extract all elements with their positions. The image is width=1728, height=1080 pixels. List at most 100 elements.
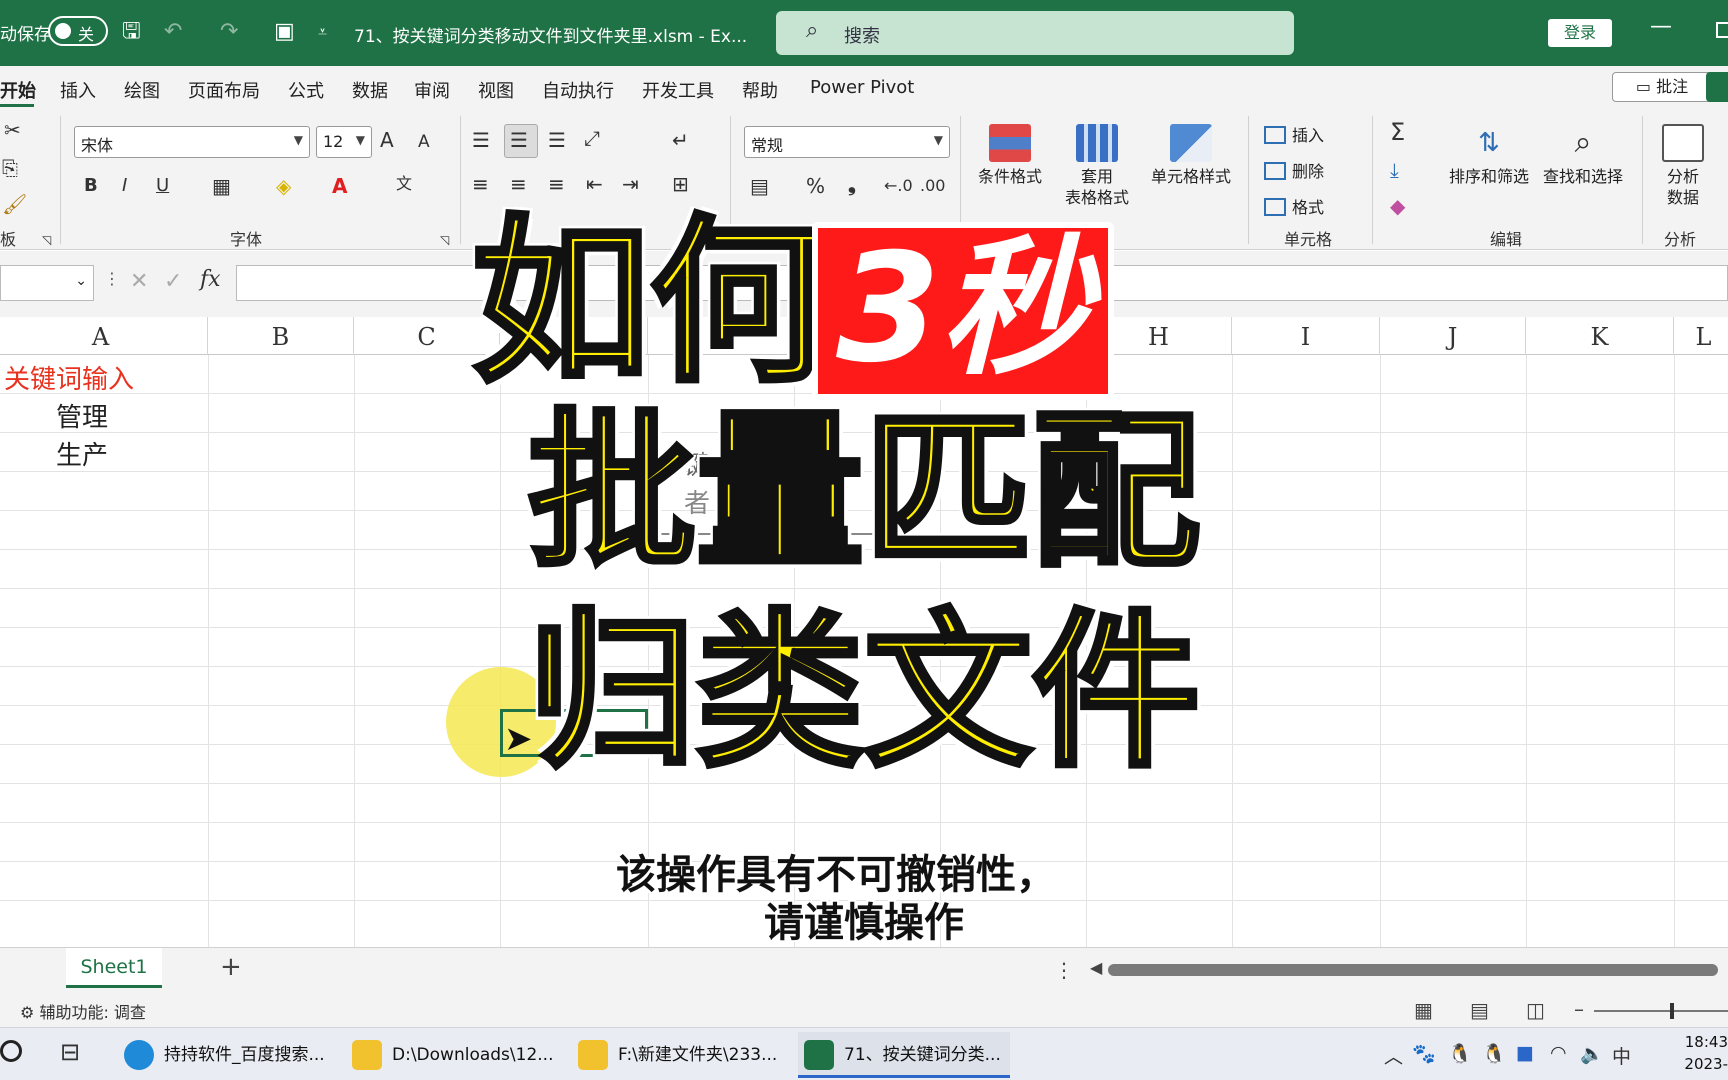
orientation-icon[interactable]: ⤢ <box>584 126 600 150</box>
insert-function-button[interactable]: fx <box>200 267 221 292</box>
tab-help[interactable]: 帮助 <box>742 77 778 103</box>
comments-button[interactable]: ▭ 批注 <box>1612 72 1712 102</box>
conditional-formatting-button[interactable]: 条件格式 <box>974 124 1046 187</box>
cell-styles-button[interactable]: 单元格样式 <box>1148 124 1234 187</box>
fill-color-icon[interactable]: ◈ <box>276 174 291 198</box>
redo-icon[interactable]: ↷ <box>220 18 238 46</box>
qq-icon[interactable]: 🐧 <box>1482 1042 1506 1065</box>
tray-expand-icon[interactable]: ︿ <box>1384 1042 1403 1069</box>
taskbar-app-edge[interactable]: 持持软件_百度搜索... <box>118 1032 332 1078</box>
shrink-font-icon[interactable]: A <box>418 130 430 154</box>
accessibility-status[interactable]: ⚙ 辅助功能: 调查 <box>20 999 146 1023</box>
align-middle-icon[interactable]: ☰ <box>510 128 528 152</box>
share-button[interactable] <box>1706 72 1728 102</box>
delete-cells-button[interactable]: 删除 <box>1264 158 1324 182</box>
align-right-icon[interactable]: ≡ <box>548 172 565 196</box>
sheet-tab-sheet1[interactable]: Sheet1 <box>66 948 162 988</box>
wifi-icon[interactable]: ◠ <box>1550 1042 1567 1064</box>
tab-data[interactable]: 数据 <box>352 77 388 103</box>
more-icon[interactable]: ⋮ <box>104 269 120 288</box>
font-size-select[interactable]: 12 ▼ <box>316 126 372 158</box>
cell-a1[interactable]: 关键词输入 <box>4 359 134 396</box>
customize-qat-icon[interactable]: ⩡ <box>318 18 327 46</box>
sort-filter-button[interactable]: ⇅ 排序和筛选 <box>1446 124 1532 187</box>
add-sheet-button[interactable]: + <box>220 952 242 982</box>
analyze-data-button[interactable]: 分析 数据 <box>1652 124 1714 208</box>
cell-a3[interactable]: 生产 <box>56 435 108 472</box>
increase-indent-icon[interactable]: ⇥ <box>622 172 639 196</box>
percent-button[interactable]: % <box>806 174 825 198</box>
minimize-icon[interactable]: — <box>1650 14 1672 39</box>
tab-insert[interactable]: 插入 <box>60 77 96 103</box>
zoom-out-icon[interactable]: – <box>1574 997 1584 1021</box>
tab-view[interactable]: 视图 <box>478 77 514 103</box>
column-header-i[interactable]: I <box>1232 317 1380 355</box>
column-header-k[interactable]: K <box>1526 317 1674 355</box>
clock[interactable]: 18:43 2023-07-... <box>1652 1031 1728 1080</box>
comma-button[interactable]: ❟ <box>848 172 856 196</box>
font-color-icon[interactable]: A <box>332 174 347 198</box>
clear-icon[interactable]: ◆ <box>1390 194 1405 218</box>
qq-icon[interactable]: 🐧 <box>1448 1042 1472 1065</box>
accounting-icon[interactable]: ▤ <box>750 174 769 198</box>
cut-icon[interactable]: ✂ <box>4 118 21 142</box>
autosave-toggle[interactable]: 关 <box>48 16 108 46</box>
scroll-left-icon[interactable]: ◀ <box>1090 958 1102 977</box>
name-box[interactable]: ⌄ <box>0 265 94 301</box>
task-view-icon[interactable]: ⊟ <box>60 1038 80 1066</box>
format-as-table-button[interactable]: 套用 表格格式 <box>1060 124 1134 208</box>
maximize-icon[interactable] <box>1716 22 1728 38</box>
font-name-select[interactable]: 宋体 ▼ <box>74 126 310 158</box>
tab-draw[interactable]: 绘图 <box>124 77 160 103</box>
search-box[interactable]: ⌕ 搜索 <box>776 11 1294 55</box>
undo-icon[interactable]: ↶ <box>164 18 182 46</box>
ime-indicator[interactable]: 中 <box>1612 1042 1631 1069</box>
tab-home[interactable]: 开始 <box>0 77 36 103</box>
insert-cells-button[interactable]: 插入 <box>1264 122 1324 146</box>
autosum-icon[interactable]: Σ <box>1390 120 1405 144</box>
underline-button[interactable]: U <box>156 174 169 198</box>
cancel-icon[interactable]: ✕ <box>130 269 148 294</box>
column-header-l[interactable]: L <box>1674 317 1728 355</box>
form-icon[interactable]: ▣ <box>274 18 295 46</box>
cloud-icon[interactable]: ■ <box>1516 1042 1534 1064</box>
dialog-launcher-icon[interactable]: ◹ <box>440 228 449 252</box>
more-icon[interactable]: ⋮ <box>1054 958 1074 982</box>
format-cells-button[interactable]: 格式 <box>1264 194 1324 218</box>
merge-center-icon[interactable]: ⊞ <box>672 172 689 196</box>
enter-icon[interactable]: ✓ <box>164 269 182 294</box>
column-header-j[interactable]: J <box>1380 317 1526 355</box>
align-top-icon[interactable]: ☰ <box>472 128 490 152</box>
format-painter-icon[interactable]: 🖌 <box>2 192 27 216</box>
tab-power-pivot[interactable]: Power Pivot <box>810 77 914 98</box>
increase-decimal-icon[interactable]: ←.0 <box>884 174 913 198</box>
align-center-icon[interactable]: ≡ <box>510 172 527 196</box>
phonetic-icon[interactable]: 文 <box>396 172 412 196</box>
align-bottom-icon[interactable]: ☰ <box>548 128 566 152</box>
zoom-slider-handle[interactable] <box>1670 1003 1674 1019</box>
bold-button[interactable]: B <box>84 174 98 198</box>
number-format-select[interactable]: 常规 ▼ <box>744 126 950 158</box>
save-icon[interactable]: 🖫 <box>122 18 141 46</box>
tab-developer[interactable]: 开发工具 <box>642 77 714 103</box>
zoom-slider[interactable] <box>1594 1010 1728 1012</box>
taskbar-app-excel[interactable]: 71、按关键词分类... <box>798 1032 1010 1078</box>
decrease-indent-icon[interactable]: ⇤ <box>586 172 603 196</box>
tray-app-icon[interactable]: 🐾 <box>1412 1042 1436 1065</box>
grow-font-icon[interactable]: A <box>380 128 394 152</box>
tab-page-layout[interactable]: 页面布局 <box>188 77 260 103</box>
column-header-b[interactable]: B <box>208 317 354 355</box>
tab-formulas[interactable]: 公式 <box>288 77 324 103</box>
cell-a2[interactable]: 管理 <box>56 397 108 434</box>
page-layout-view-icon[interactable]: ▤ <box>1470 998 1489 1022</box>
italic-button[interactable]: I <box>122 174 127 198</box>
borders-icon[interactable]: ▦ <box>212 174 231 198</box>
align-left-icon[interactable]: ≡ <box>472 172 489 196</box>
page-break-view-icon[interactable]: ◫ <box>1526 998 1545 1022</box>
taskbar-app-explorer-1[interactable]: D:\Downloads\12... <box>346 1032 558 1078</box>
start-icon[interactable] <box>0 1040 22 1062</box>
volume-icon[interactable]: 🔈 <box>1580 1042 1604 1065</box>
copy-icon[interactable]: ⎘ <box>2 156 18 180</box>
column-header-a[interactable]: A <box>0 317 208 355</box>
horizontal-scrollbar[interactable] <box>1108 964 1718 976</box>
